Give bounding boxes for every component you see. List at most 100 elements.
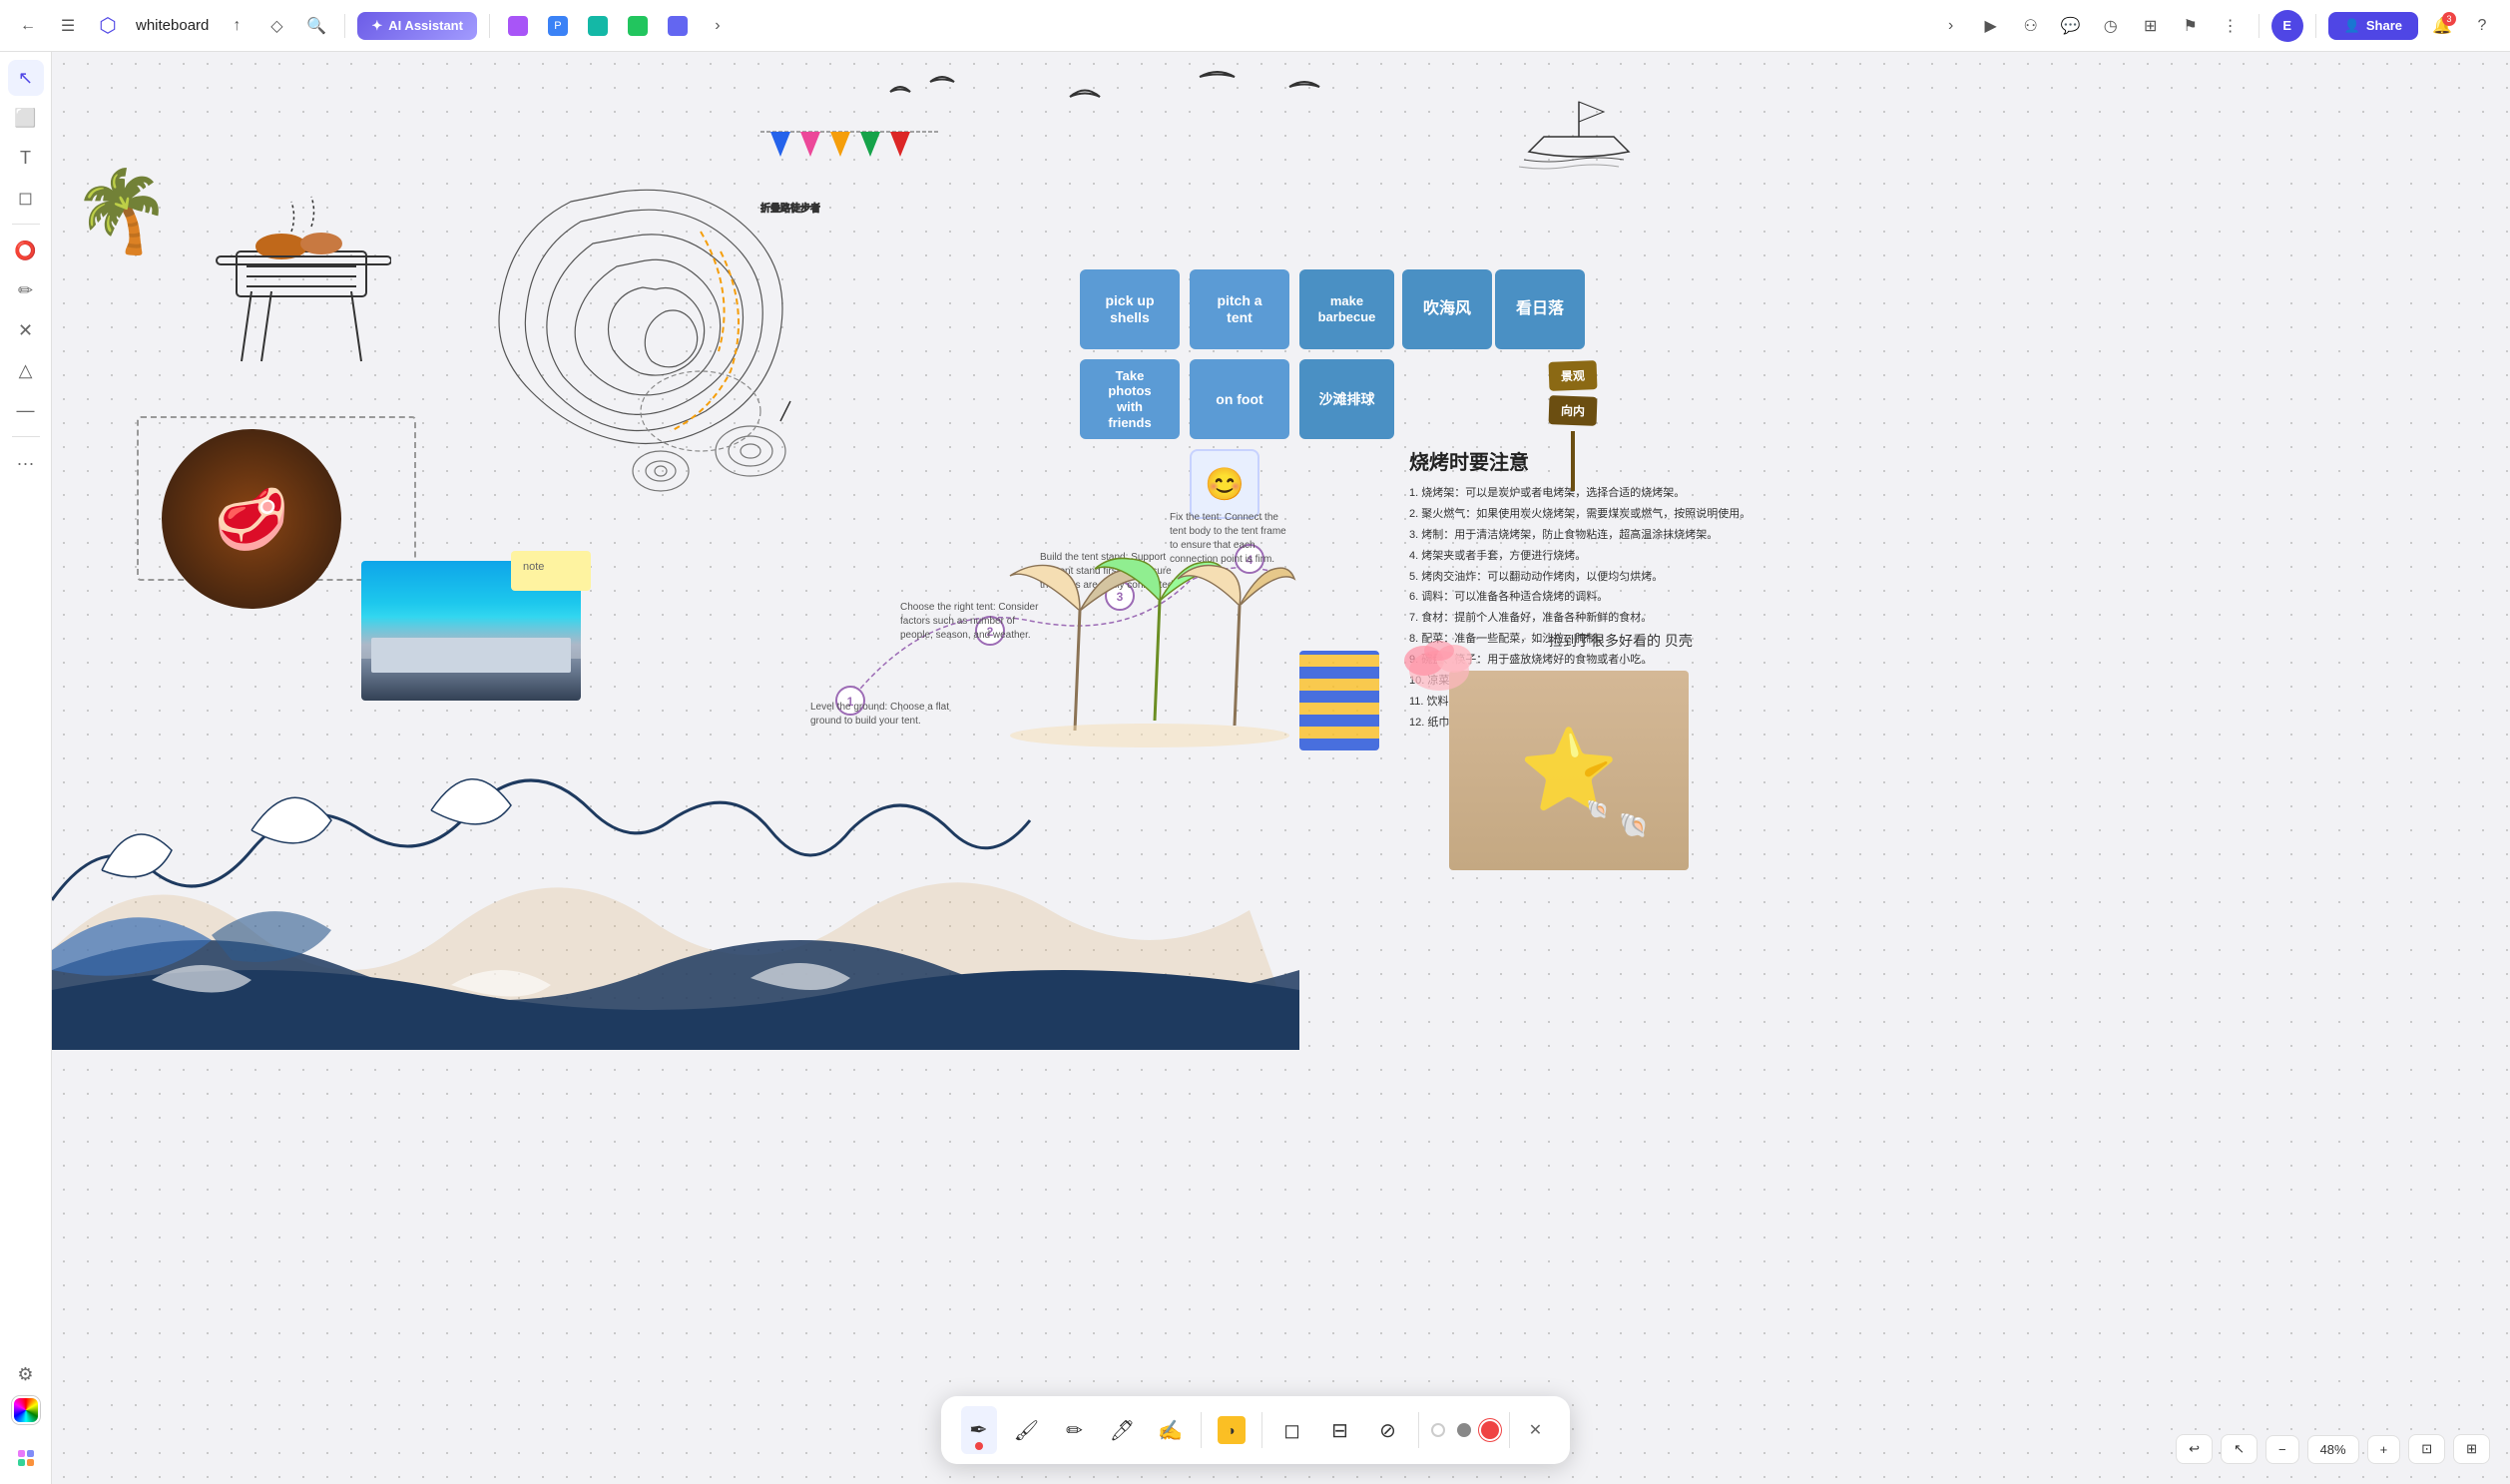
sidebar-sep-2 xyxy=(12,436,40,437)
zoom-percentage: 48% xyxy=(2320,1442,2346,1457)
plugin-teal-button[interactable] xyxy=(582,10,614,42)
frame-tool-button[interactable]: ⬜ xyxy=(8,100,44,136)
logo-icon: ⬡ xyxy=(99,13,116,38)
eraser-tool-button[interactable]: ✕ xyxy=(8,312,44,348)
document-title: whiteboard xyxy=(136,17,209,34)
card-watch-sunset[interactable]: 看日落 xyxy=(1495,269,1585,349)
ai-assistant-button[interactable]: ✦ AI Assistant xyxy=(357,12,477,40)
color-palette-button[interactable] xyxy=(12,1396,40,1424)
lines-tool-button[interactable]: — xyxy=(8,392,44,428)
plugin-green-button[interactable] xyxy=(622,10,654,42)
card-blow-sea-breeze[interactable]: 吹海风 xyxy=(1402,269,1492,349)
eraser-icon: ◻ xyxy=(1283,1418,1300,1443)
lines-icon: — xyxy=(17,400,35,421)
help-button[interactable]: ? xyxy=(2466,10,2498,42)
fit-page-button[interactable]: ⊡ xyxy=(2408,1434,2445,1464)
text-icon: T xyxy=(20,148,31,169)
plugin-blue-button[interactable]: P xyxy=(542,10,574,42)
card-label: on foot xyxy=(1216,391,1262,408)
marker-tool[interactable]: 🖊 xyxy=(1105,1406,1141,1454)
collab-button[interactable]: ⚇ xyxy=(2015,10,2047,42)
play-button[interactable]: ▶ xyxy=(1975,10,2007,42)
undo-icon: ↩ xyxy=(2189,1441,2200,1457)
close-toolbar-button[interactable]: ✕ xyxy=(1522,1416,1550,1444)
comment-button[interactable]: 💬 xyxy=(2055,10,2087,42)
more-tools-button[interactable]: ··· xyxy=(8,445,44,481)
fit-page-icon: ⊡ xyxy=(2421,1441,2432,1457)
sign-post-2: 向内 xyxy=(1549,395,1598,426)
lasso-tool-button[interactable]: ⭕ xyxy=(8,233,44,268)
fountain-pen-tool[interactable]: ✒ xyxy=(961,1406,997,1454)
smiley-icon: 😊 xyxy=(1205,465,1245,503)
shapes-tool-button[interactable]: △ xyxy=(8,352,44,388)
flag-button[interactable]: ⚑ xyxy=(2175,10,2207,42)
toolbar-divider-2 xyxy=(1261,1412,1262,1448)
color-gray[interactable] xyxy=(1457,1423,1471,1437)
back-icon: ← xyxy=(20,17,36,35)
birds-illustration xyxy=(870,62,1369,147)
highlighter-tool[interactable]: ◑ xyxy=(1214,1406,1250,1454)
select-icon: ↖ xyxy=(18,68,33,89)
card-label: pitch a tent xyxy=(1204,292,1275,326)
card-label: 沙滩排球 xyxy=(1319,391,1375,408)
lasso-eraser-tool[interactable]: ⊘ xyxy=(1370,1406,1406,1454)
settings-button[interactable]: ⚙ xyxy=(8,1356,44,1392)
sticky-tool-button[interactable]: ◻ xyxy=(8,180,44,216)
share-person-icon: 👤 xyxy=(2344,18,2360,34)
zoom-level-display[interactable]: 48% xyxy=(2307,1435,2359,1464)
ai-star-icon: ✦ xyxy=(371,18,382,34)
undo-button[interactable]: ↩ xyxy=(2176,1434,2213,1464)
export-icon: ↑ xyxy=(233,17,241,35)
yellow-sticky-note: note xyxy=(511,551,591,591)
tag-button[interactable]: ◇ xyxy=(260,10,292,42)
grid-view-button[interactable]: ⊞ xyxy=(2453,1434,2490,1464)
import-button[interactable]: ⊞ xyxy=(2135,10,2167,42)
drawing-toolbar: ✒ 🖌 ✏ 🖊 ✍ ◑ ◻ ⊟ ⊘ ✕ xyxy=(941,1396,1570,1464)
color-red[interactable] xyxy=(1483,1423,1497,1437)
card-on-foot[interactable]: on foot xyxy=(1190,359,1289,439)
zoom-in-icon: + xyxy=(2380,1442,2388,1457)
timer-button[interactable]: ◷ xyxy=(2095,10,2127,42)
notification-button[interactable]: 🔔 3 xyxy=(2426,10,2458,42)
plugin-purple-button[interactable] xyxy=(502,10,534,42)
toolbar-divider-4 xyxy=(1509,1412,1510,1448)
found-shells-text: 捡到了很多好看的 贝壳 xyxy=(1549,631,1693,652)
pointer-button[interactable]: ↖ xyxy=(2221,1434,2258,1464)
settings-icon: ⚙ xyxy=(17,1364,33,1385)
flag-icon: ⚑ xyxy=(2184,16,2198,36)
pen-tool-button[interactable]: ✏ xyxy=(8,272,44,308)
calligraphy-tool[interactable]: ✍ xyxy=(1153,1406,1189,1454)
card-volleyball[interactable]: 沙滩排球 xyxy=(1299,359,1394,439)
card-pick-up-shells[interactable]: pick up shells xyxy=(1080,269,1180,349)
select-tool-button[interactable]: ↖ xyxy=(8,60,44,96)
arrow-right-button[interactable]: › xyxy=(1935,10,1967,42)
pencil-tool[interactable]: ✏ xyxy=(1057,1406,1093,1454)
export-button[interactable]: ↑ xyxy=(221,10,252,42)
card-take-photos[interactable]: Take photos with friends xyxy=(1080,359,1180,439)
share-label: Share xyxy=(2366,18,2402,33)
sign-post-1: 景观 xyxy=(1549,360,1598,391)
lasso-eraser-icon: ⊘ xyxy=(1379,1418,1396,1443)
text-tool-button[interactable]: T xyxy=(8,140,44,176)
fountain-pen-icon: ✒ xyxy=(969,1417,987,1443)
chevron-button[interactable]: › xyxy=(702,10,734,42)
eraser-tool[interactable]: ◻ xyxy=(1274,1406,1310,1454)
zoom-out-button[interactable]: − xyxy=(2265,1435,2299,1464)
search-button[interactable]: 🔍 xyxy=(300,10,332,42)
share-button[interactable]: 👤 Share xyxy=(2328,12,2418,40)
menu-button[interactable]: ☰ xyxy=(52,10,84,42)
logo-button[interactable]: ⬡ xyxy=(92,10,124,42)
color-transparent[interactable] xyxy=(1431,1423,1445,1437)
card-label: make barbecue xyxy=(1313,293,1380,324)
card-pitch-a-tent[interactable]: pitch a tent xyxy=(1190,269,1289,349)
stroke-eraser-tool[interactable]: ⊟ xyxy=(1322,1406,1358,1454)
brush-tool[interactable]: 🖌 xyxy=(1009,1406,1045,1454)
apps-button[interactable] xyxy=(8,1440,44,1476)
card-make-barbecue[interactable]: make barbecue xyxy=(1299,269,1394,349)
zoom-in-button[interactable]: + xyxy=(2367,1435,2401,1464)
sign-posts: 景观 向内 xyxy=(1549,361,1597,491)
back-button[interactable]: ← xyxy=(12,10,44,42)
more-vert-button[interactable]: ⋮ xyxy=(2215,10,2247,42)
contour-map: 折叠路徒步者电信发射 xyxy=(441,172,820,516)
plugin-indigo-button[interactable] xyxy=(662,10,694,42)
